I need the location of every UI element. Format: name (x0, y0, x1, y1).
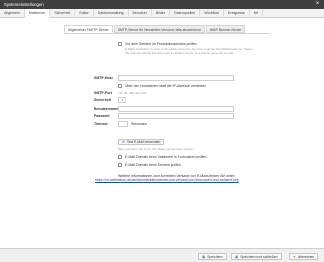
password-label: Passwort (94, 114, 110, 118)
send-check-checkbox[interactable] (118, 42, 122, 46)
chevron-down-icon: ▾ (121, 98, 123, 102)
window-title: Systemeinstellungen (4, 2, 44, 7)
cancel-button[interactable]: ✕ Abbrechen (289, 253, 319, 260)
tab-kit[interactable]: Kit (250, 9, 263, 18)
check-forms-checkbox[interactable] (118, 155, 122, 159)
smtp-port-label: SMTP-Port (94, 91, 112, 95)
send-check-hint-2: Sie dadurch welche Einstellungen im loka… (125, 51, 235, 55)
subtab-smtp-general[interactable]: Allgemeiner FAKTP-Server (64, 25, 113, 33)
save-close-label: Speichern und schließen (240, 254, 278, 259)
send-test-mail-label: Test E-Mail versenden (126, 140, 161, 144)
save-label: Speichern (207, 254, 223, 259)
check-send-checkbox[interactable] (118, 163, 122, 167)
close-icon[interactable]: × (314, 1, 321, 8)
mail-icon: ✉ (122, 140, 125, 144)
window-titlebar: Systemeinstellungen × (0, 0, 324, 9)
send-test-mail-button[interactable]: ✉ Test E-Mail versenden (118, 139, 165, 145)
send-check-label: Vor dem Senden im Produktionsmodus prüfe… (125, 42, 197, 46)
test-mail-hint: Bitte speichern Sie zuvor Ihre Daten ges… (118, 147, 194, 151)
smtp-host-label: SMTP-Host (94, 76, 113, 80)
smtp-host-input[interactable] (118, 75, 234, 81)
floppy-disk-icon: ▣ (202, 254, 206, 259)
main-tabs: Allgemein Mailserver Sicherheit Editor D… (0, 9, 324, 18)
subtab-smtp-newsletter[interactable]: SMTP-Server für Newsletter-Versand, fall… (113, 25, 205, 33)
save-close-button[interactable]: ▣ Speichern und schließen (231, 253, 282, 260)
use-hostname-checkbox[interactable] (118, 84, 122, 88)
username-label: Benutzername (94, 107, 119, 111)
cancel-label: Abbrechen (297, 254, 315, 259)
use-hostname-label: Über den Hostnamen statt die IP-Adresse … (125, 84, 207, 88)
tab-ereignisse[interactable]: Ereignisse (224, 9, 250, 18)
tab-editor[interactable]: Editor (75, 9, 94, 18)
tab-workflow[interactable]: Workflow (200, 9, 225, 18)
subtabs-divider (64, 33, 270, 34)
settings-content: Allgemeiner FAKTP-Server SMTP-Server für… (0, 18, 324, 248)
timeout-input[interactable] (118, 121, 128, 127)
smtp-port-hint: z.B. 25, 465 oder 587 (118, 91, 147, 95)
tab-datenquellen[interactable]: Datenquellen (170, 9, 201, 18)
tab-mailserver[interactable]: Mailserver (24, 9, 51, 18)
save-button[interactable]: ▣ Speichern (198, 253, 227, 260)
mailserver-subtabs: Allgemeiner FAKTP-Server SMTP-Server für… (64, 25, 246, 33)
tab-sicherheit[interactable]: Sicherheit (50, 9, 76, 18)
tab-allgemein[interactable]: Allgemein (0, 9, 25, 18)
info-link[interactable]: https://xn-webbakion.de/de/dokumentation… (95, 178, 239, 182)
subtab-imap-bounce[interactable]: IMAP Bounce-Server (205, 25, 246, 33)
check-send-label: E-Mail-Domain beim Senden prüfen (125, 163, 181, 167)
password-input[interactable] (118, 113, 234, 119)
timeout-unit: Sekunden (131, 122, 147, 126)
check-forms-label: E-Mail-Domain beim Validieren in Formula… (125, 155, 207, 159)
timeout-label: Timeout (94, 122, 108, 126)
security-label: Sicherheit (94, 98, 111, 102)
floppy-disk-icon: ▣ (235, 254, 239, 259)
tab-dateiverwaltung[interactable]: Dateiverwaltung (94, 9, 129, 18)
dialog-footer: ▣ Speichern ▣ Speichern und schließen ✕ … (0, 248, 324, 262)
close-icon: ✕ (293, 254, 296, 259)
tab-bilder[interactable]: Bilder (152, 9, 171, 18)
username-input[interactable] (118, 106, 234, 112)
security-select[interactable]: ▾ (118, 97, 126, 103)
tab-benutzer[interactable]: Benutzer (129, 9, 152, 18)
